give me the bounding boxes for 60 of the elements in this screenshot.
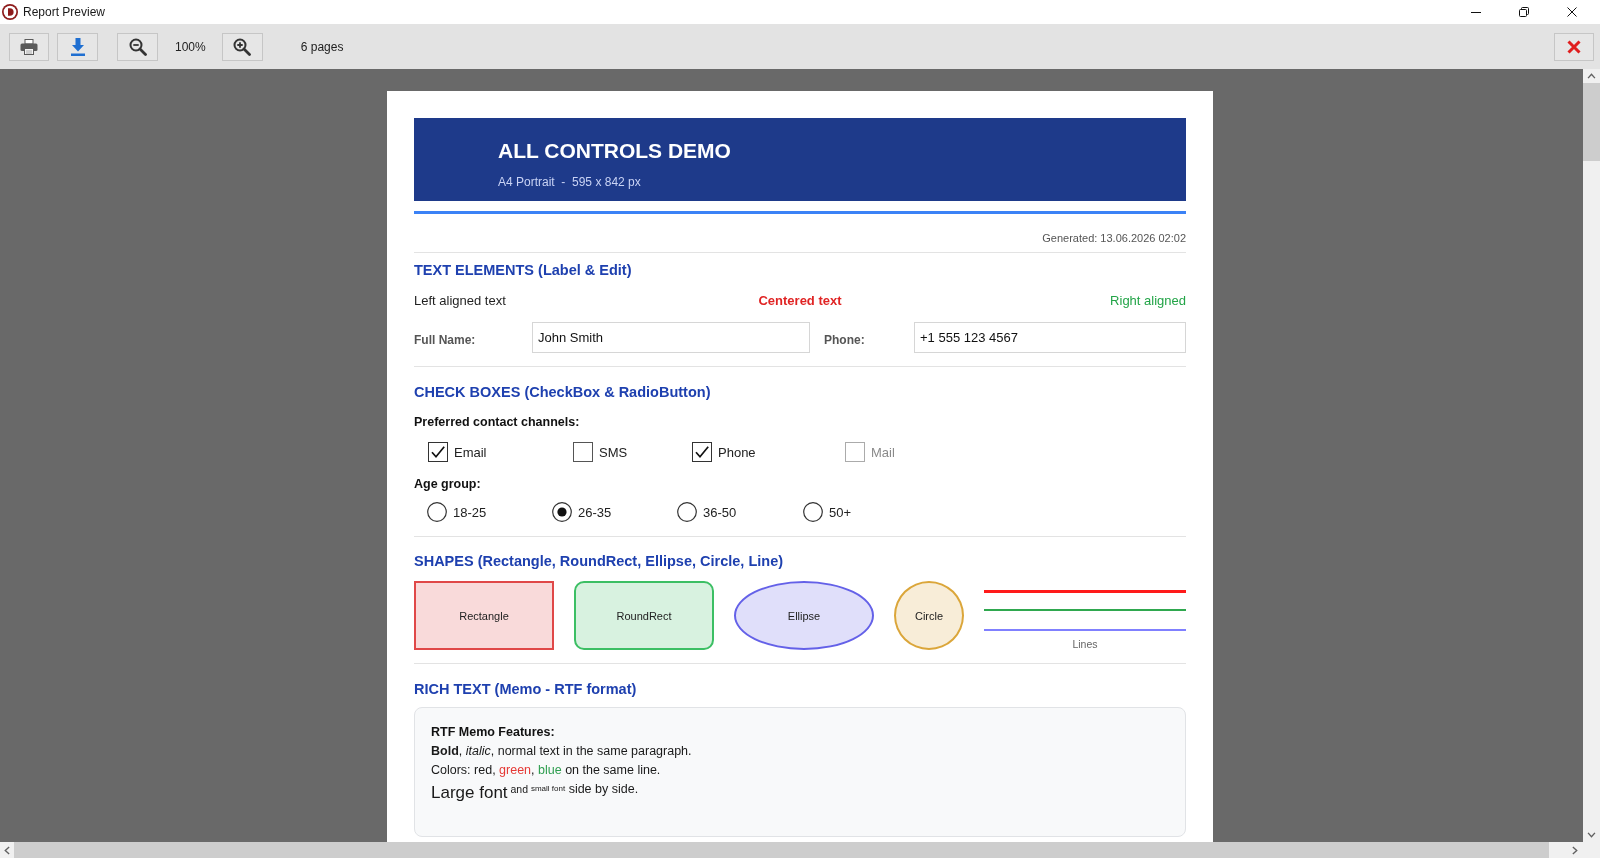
zoom-out-button[interactable] [117,33,158,61]
scroll-right-button[interactable] [1572,845,1578,855]
memo-text: Bold, italic, normal text in the same paragraph. [431,743,692,760]
rounded-rectangle-shape: RoundRect [574,581,714,650]
scroll-left-button[interactable] [4,845,10,855]
shape-caption: Lines [1072,638,1098,650]
radio-label[interactable]: 50+ [829,504,852,520]
section-heading: CHECK BOXES (CheckBox & RadioButton) [414,383,712,402]
ellipse-shape: Ellipse [734,581,874,650]
window-title: Report Preview [23,5,106,19]
report-subtitle: A4 Portrait - 595 x 842 px [498,174,641,190]
scrollbar-thumb[interactable] [14,842,1549,858]
text-label: Centered text [758,292,842,310]
zoom-out-icon [128,38,147,56]
checkbox[interactable] [573,442,593,462]
section-heading: TEXT ELEMENTS (Label & Edit) [414,261,633,280]
zoom-in-button[interactable] [221,33,263,61]
scrollbar-thumb[interactable] [1583,83,1600,161]
printer-icon [20,39,38,55]
section-heading: SHAPES (Rectangle, RoundRect, Ellipse, Circle, Line) [414,552,785,571]
page-count: 6 pages [300,39,344,56]
download-icon [69,38,86,56]
text-label: Left aligned text [414,292,506,310]
checkbox[interactable] [428,442,448,462]
checkbox-label[interactable]: Phone [718,444,756,460]
close-icon [1567,7,1577,17]
radio-label[interactable]: 18-25 [453,504,487,520]
group-label: Preferred contact channels: [414,414,580,430]
scroll-down-button[interactable] [1587,832,1596,838]
minimize-icon [1471,11,1481,13]
download-button[interactable] [57,33,98,61]
radio-label[interactable]: 36-50 [703,504,737,520]
generated-timestamp: Generated: 13.06.2026 02:02 [1042,231,1186,245]
close-icon [1567,40,1581,54]
field-label: Phone: [824,332,865,347]
text-field[interactable]: +1 555 123 4567 [914,322,1186,353]
radio-label[interactable]: 26-35 [578,504,612,520]
checkbox-label[interactable]: Email [454,444,487,460]
circle-shape: Circle [894,581,964,650]
scroll-up-button[interactable] [1587,73,1596,79]
rectangle-shape: Rectangle [414,581,554,650]
zoom-level: 100% [175,39,206,56]
radio-button[interactable] [427,502,447,522]
memo-title: RTF Memo Features: [431,724,555,741]
checkbox-label[interactable]: SMS [599,444,628,460]
text-label: Right aligned [1110,292,1186,310]
checkbox[interactable] [692,442,712,462]
text-field[interactable]: John Smith [532,322,810,353]
radio-button[interactable] [803,502,823,522]
report-title: ALL CONTROLS DEMO [498,139,731,163]
radio-button[interactable] [552,502,572,522]
section-heading: RICH TEXT (Memo - RTF format) [414,680,638,699]
memo-text: Colors: red, green, blue on the same line. [431,762,661,779]
field-label: Full Name: [414,332,476,347]
print-button[interactable] [9,33,49,61]
restore-icon [1519,7,1529,17]
radio-button[interactable] [677,502,697,522]
group-label: Age group: [414,476,481,492]
zoom-in-icon [233,38,252,56]
close-preview-button[interactable] [1554,33,1594,61]
